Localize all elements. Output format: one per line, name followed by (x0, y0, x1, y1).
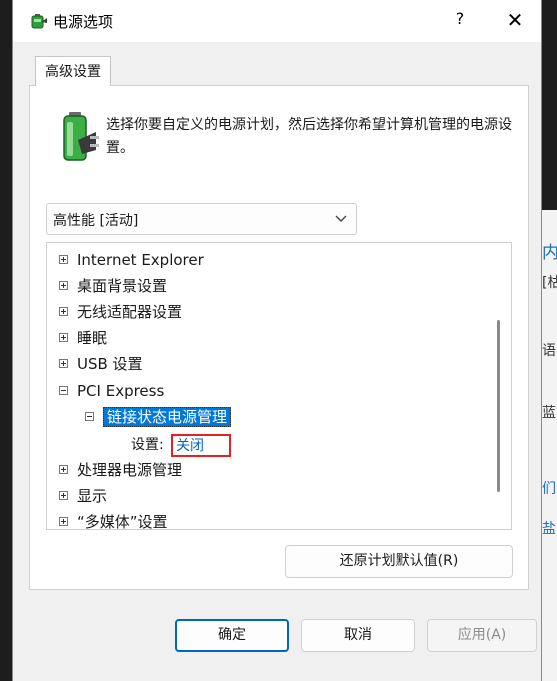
tree-item-desktop-background[interactable]: 桌面背景设置 (59, 275, 167, 297)
background-text: 蓝 (542, 405, 556, 421)
tree-item-internet-explorer[interactable]: Internet Explorer (59, 249, 204, 271)
power-options-icon (31, 14, 47, 29)
expand-plus-icon[interactable] (59, 306, 68, 316)
tree-item-label: 链接状态电源管理 (103, 407, 232, 427)
tree-item-pci-express[interactable]: PCI Express (59, 380, 164, 402)
expand-plus-icon[interactable] (59, 464, 68, 474)
tree-item-link-state-power[interactable]: 链接状态电源管理 (85, 406, 232, 428)
background-dark-region (540, 0, 557, 210)
title-bar: 电源选项 ? ✕ (13, 0, 541, 42)
tree-item-processor-power[interactable]: 处理器电源管理 (59, 459, 182, 481)
tab-advanced-settings[interactable]: 高级设置 (35, 56, 111, 86)
expand-plus-icon[interactable] (59, 332, 68, 342)
collapse-minus-icon[interactable] (85, 411, 94, 421)
cancel-button[interactable]: 取消 (301, 619, 415, 652)
advanced-settings-panel: 选择你要自定义的电源计划，然后选择你希望计算机管理的电源设置。 高性能 [活动]… (29, 85, 529, 590)
tree-item-usb[interactable]: USB 设置 (59, 353, 143, 375)
tree-item-label: 睡眠 (77, 329, 108, 347)
scrollbar-thumb[interactable] (497, 320, 500, 492)
power-options-dialog: 电源选项 ? ✕ 高级设置 选择你要自定义的电源计划，然后选择你希望计算机管理的… (12, 0, 542, 681)
ok-button[interactable]: 确定 (175, 619, 289, 652)
tree-item-wireless-adapter[interactable]: 无线适配器设置 (59, 301, 182, 323)
expand-plus-icon[interactable] (59, 280, 68, 290)
tree-item-sleep[interactable]: 睡眠 (59, 327, 107, 349)
background-text: 内 (542, 243, 557, 263)
collapse-minus-icon[interactable] (59, 385, 68, 395)
tree-item-label: 桌面背景设置 (77, 277, 168, 295)
tree-item-multimedia[interactable]: “多媒体”设置 (59, 511, 168, 530)
tree-item-label: Internet Explorer (77, 251, 204, 269)
apply-button[interactable]: 应用(A) (427, 619, 537, 652)
tree-item-label: 处理器电源管理 (77, 461, 183, 479)
background-text: 盐 (542, 521, 556, 537)
description-text: 选择你要自定义的电源计划，然后选择你希望计算机管理的电源设置。 (106, 117, 512, 156)
help-button[interactable]: ? (449, 9, 471, 33)
setting-label: 设置: (131, 437, 164, 453)
battery-icon (63, 112, 99, 161)
tree-item-label: USB 设置 (77, 355, 143, 373)
expand-plus-icon[interactable] (59, 254, 68, 264)
expand-plus-icon[interactable] (59, 358, 68, 368)
window-title: 电源选项 (53, 13, 114, 31)
chevron-down-icon (335, 215, 347, 222)
expand-plus-icon[interactable] (59, 516, 68, 526)
setting-value-link[interactable]: 关闭 (171, 434, 231, 457)
tree-item-label: 显示 (77, 487, 108, 505)
tree-item-display[interactable]: 显示 (59, 485, 107, 507)
settings-tree: Internet Explorer 桌面背景设置 无线适配器设置 睡眠 USB … (46, 242, 512, 530)
background-text: [枯 (542, 275, 557, 291)
selected-plan: 高性能 [活动] (53, 213, 139, 229)
tree-item-label: PCI Express (77, 382, 165, 400)
background-text: 语 (542, 343, 556, 359)
expand-plus-icon[interactable] (59, 490, 68, 500)
tree-item-label: “多媒体”设置 (77, 513, 168, 530)
restore-defaults-button[interactable]: 还原计划默认值(R) (285, 545, 513, 578)
power-plan-dropdown[interactable]: 高性能 [活动] (46, 203, 357, 235)
tree-item-label: 无线适配器设置 (77, 303, 183, 321)
background-text: 们 (542, 481, 556, 497)
close-button[interactable]: ✕ (503, 8, 527, 32)
